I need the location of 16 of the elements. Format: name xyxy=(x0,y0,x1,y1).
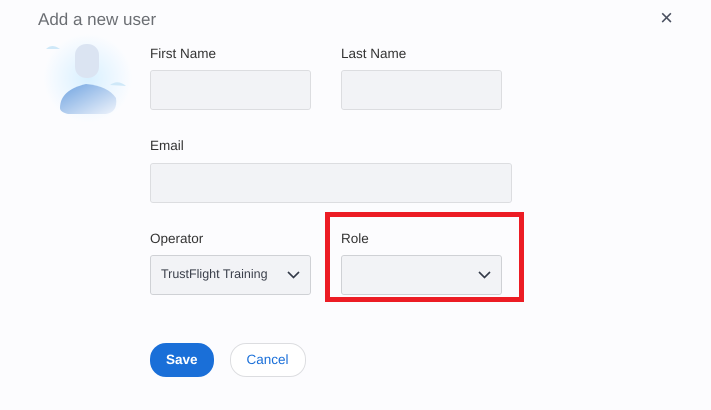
field-label: Role xyxy=(341,230,369,248)
cancel-button[interactable]: Cancel xyxy=(230,342,306,377)
field-label: Last Name xyxy=(341,45,406,63)
save-button[interactable]: Save xyxy=(150,342,214,377)
dropdown-field[interactable] xyxy=(341,254,502,295)
text-field[interactable] xyxy=(341,70,502,110)
field-label: Operator xyxy=(150,230,204,248)
dropdown-field[interactable]: TrustFlight Training xyxy=(150,254,311,295)
dialog-title: Add a new user xyxy=(38,9,156,31)
text-field[interactable] xyxy=(150,70,311,110)
chevron-down-icon xyxy=(287,270,300,279)
field-label: Email xyxy=(150,137,184,156)
chevron-down-icon xyxy=(478,270,491,279)
close-button[interactable]: × xyxy=(656,7,677,29)
field-label: First Name xyxy=(150,45,216,63)
text-field[interactable] xyxy=(150,162,512,202)
